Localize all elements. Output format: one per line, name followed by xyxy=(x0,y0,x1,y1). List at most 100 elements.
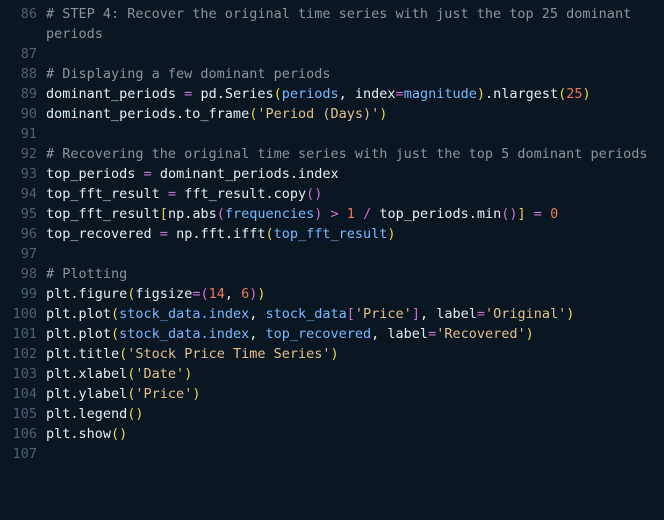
code-token: ) xyxy=(184,366,193,382)
code-token: () xyxy=(501,206,518,222)
code-line-content[interactable]: plt.legend() xyxy=(46,404,664,424)
code-line-content[interactable]: top_recovered = np.fft.ifft(top_fft_resu… xyxy=(46,224,664,244)
code-token: plt.plot xyxy=(46,306,112,322)
code-token: , xyxy=(338,86,355,102)
code-line[interactable]: 105 plt.legend() xyxy=(0,404,664,424)
line-number: 96 xyxy=(20,226,37,242)
code-line[interactable]: 88 # Displaying a few dominant periods xyxy=(0,64,664,84)
code-line-content[interactable]: plt.plot(stock_data.index, top_recovered… xyxy=(46,324,664,344)
code-token: 1 xyxy=(346,206,355,222)
code-token: / xyxy=(354,206,380,222)
code-line-content[interactable]: # Plotting xyxy=(46,264,664,284)
code-line[interactable]: 100 plt.plot(stock_data.index, stock_data… xyxy=(0,304,664,324)
code-token: [ xyxy=(159,206,168,222)
code-token: stock_data.index xyxy=(119,326,250,342)
code-token: ( xyxy=(200,286,209,302)
code-token: ( xyxy=(265,226,274,242)
code-line-content[interactable]: plt.ylabel('Price') xyxy=(46,384,664,404)
code-line-content[interactable]: # STEP 4: Recover the original time seri… xyxy=(46,4,664,44)
code-line-content[interactable]: top_fft_result[np.abs(frequencies) > 1 /… xyxy=(46,204,664,224)
code-token: = xyxy=(167,186,177,202)
code-line[interactable]: 89 dominant_periods = pd.Series(periods, … xyxy=(0,84,664,104)
code-token: plt.xlabel xyxy=(46,366,128,382)
code-token: () xyxy=(111,426,128,442)
code-token: ( xyxy=(111,326,120,342)
code-token: 0 xyxy=(550,206,559,222)
code-line[interactable]: 104 plt.ylabel('Price') xyxy=(0,384,664,404)
code-token: ( xyxy=(216,206,225,222)
code-token: 'Recovered' xyxy=(436,326,526,342)
code-line[interactable]: 97 xyxy=(0,244,664,264)
code-token: dominant_periods.index xyxy=(151,166,339,182)
code-line-content[interactable]: plt.show() xyxy=(46,424,664,444)
code-line-content[interactable]: plt.figure(figsize=(14, 6)) xyxy=(46,284,664,304)
code-line[interactable]: 91 xyxy=(0,124,664,144)
code-line[interactable]: 101 plt.plot(stock_data.index, top_recove… xyxy=(0,324,664,344)
code-line[interactable]: 90 dominant_periods.to_frame('Period (Day… xyxy=(0,104,664,124)
code-token: ) xyxy=(525,326,534,342)
code-line[interactable]: 107 xyxy=(0,444,664,464)
code-token: top_fft_result xyxy=(273,226,388,242)
code-token: np.abs xyxy=(167,206,217,222)
code-token: stock_data xyxy=(265,306,347,322)
code-line-content[interactable]: # Displaying a few dominant periods xyxy=(46,64,664,84)
code-line[interactable]: 98 # Plotting xyxy=(0,264,664,284)
code-token: figsize xyxy=(135,286,193,302)
code-line[interactable]: 87 xyxy=(0,44,664,64)
code-lines-container[interactable]: 86 # STEP 4: Recover the original time se… xyxy=(0,4,664,464)
code-token: , xyxy=(249,326,266,342)
code-line[interactable]: 96 top_recovered = np.fft.ifft(top_fft_re… xyxy=(0,224,664,244)
line-number: 107 xyxy=(12,446,37,462)
code-editor-pane[interactable]: 86 # STEP 4: Recover the original time se… xyxy=(0,0,664,520)
code-line-content[interactable]: plt.title('Stock Price Time Series') xyxy=(46,344,664,364)
code-token: [ xyxy=(346,306,355,322)
line-number: 92 xyxy=(20,146,37,162)
code-line[interactable]: 93 top_periods = dominant_periods.index xyxy=(0,164,664,184)
code-token: top_recovered xyxy=(46,226,160,242)
code-token: = xyxy=(143,166,152,182)
code-line-content[interactable]: plt.xlabel('Date') xyxy=(46,364,664,384)
code-line-content[interactable]: top_periods = dominant_periods.index xyxy=(46,164,664,184)
line-number: 93 xyxy=(20,166,37,182)
code-token: () xyxy=(127,406,144,422)
line-number: 90 xyxy=(20,106,37,122)
code-line-content[interactable] xyxy=(46,444,664,464)
code-line[interactable]: 103 plt.xlabel('Date') xyxy=(0,364,664,384)
line-number: 103 xyxy=(12,366,37,382)
code-token: np.fft.ifft xyxy=(167,226,266,242)
code-line-content[interactable]: top_fft_result = fft_result.copy() xyxy=(46,184,664,204)
code-token: plt.show xyxy=(46,426,112,442)
code-token: periods xyxy=(281,86,339,102)
code-token: dominant_periods xyxy=(46,86,185,102)
code-line-content[interactable]: # Recovering the original time series wi… xyxy=(46,144,664,164)
code-token: frequencies xyxy=(224,206,315,222)
code-token: stock_data.index xyxy=(119,306,250,322)
code-line[interactable]: 106 plt.show() xyxy=(0,424,664,444)
code-line[interactable]: 99 plt.figure(figsize=(14, 6)) xyxy=(0,284,664,304)
code-token: plt.ylabel xyxy=(46,386,128,402)
code-token: 25 xyxy=(566,86,583,102)
code-line[interactable]: 102 plt.title('Stock Price Time Series') xyxy=(0,344,664,364)
code-line-content[interactable]: dominant_periods = pd.Series(periods, in… xyxy=(46,84,664,104)
code-line[interactable]: 94 top_fft_result = fft_result.copy() xyxy=(0,184,664,204)
line-number: 105 xyxy=(12,406,37,422)
code-token: pd.Series xyxy=(192,86,274,102)
code-line-content[interactable] xyxy=(46,244,664,264)
code-line-content[interactable] xyxy=(46,44,664,64)
code-token: plt.legend xyxy=(46,406,128,422)
code-token: ] xyxy=(517,206,526,222)
code-token: dominant_periods.to_frame xyxy=(46,106,250,122)
code-token: ) xyxy=(582,86,591,102)
code-token: 'Date' xyxy=(135,366,185,382)
code-token: ) xyxy=(192,386,201,402)
code-line-content[interactable] xyxy=(46,124,664,144)
code-line[interactable]: 95 top_fft_result[np.abs(frequencies) > 1… xyxy=(0,204,664,224)
code-token: plt.figure xyxy=(46,286,128,302)
code-line-content[interactable]: dominant_periods.to_frame('Period (Days)… xyxy=(46,104,664,124)
code-line[interactable]: 86 # STEP 4: Recover the original time se… xyxy=(0,4,664,44)
code-line[interactable]: 92 # Recovering the original time series … xyxy=(0,144,664,164)
code-token: ) xyxy=(379,106,388,122)
code-line-content[interactable]: plt.plot(stock_data.index, stock_data['P… xyxy=(46,304,664,324)
code-token: = xyxy=(476,306,485,322)
